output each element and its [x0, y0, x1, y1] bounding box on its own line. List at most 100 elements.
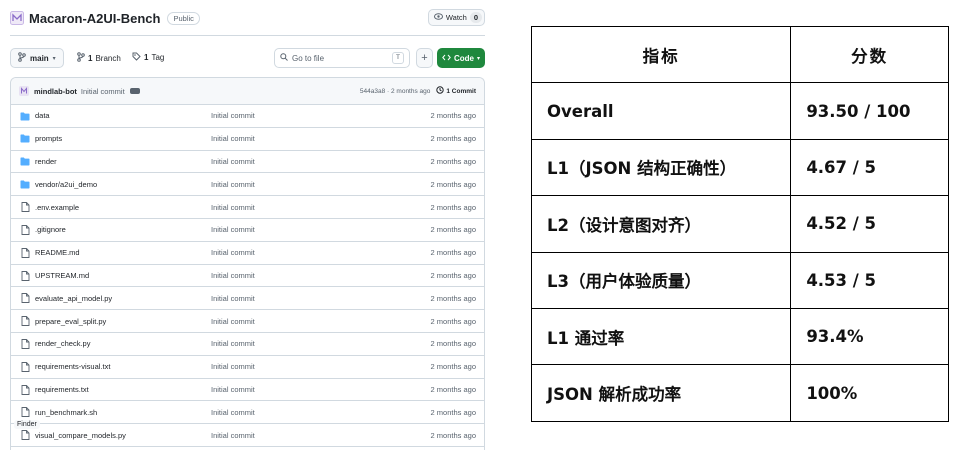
- tag-icon: [132, 52, 141, 63]
- table-row[interactable]: README.md Initial commit 2 months ago: [11, 242, 484, 265]
- file-commit-message[interactable]: Initial commit: [211, 225, 255, 234]
- file-list: mindlab-bot Initial commit 544a3a8 · 2 m…: [10, 77, 485, 450]
- go-to-file-input[interactable]: Go to file T: [274, 48, 410, 68]
- table-row[interactable]: visual_compare_models.py Initial commit 2 …: [11, 424, 484, 447]
- file-commit-message[interactable]: Initial commit: [211, 431, 255, 440]
- file-commit-message[interactable]: Initial commit: [211, 385, 255, 394]
- file-commit-message[interactable]: Initial commit: [211, 134, 255, 143]
- file-commit-message[interactable]: Initial commit: [211, 294, 255, 303]
- file-name[interactable]: requirements.txt: [35, 385, 89, 394]
- file-age: 2 months ago: [430, 339, 476, 349]
- repo-name[interactable]: Macaron-A2UI-Bench: [29, 11, 160, 26]
- ellipsis-icon[interactable]: [129, 88, 140, 94]
- chevron-down-icon: ▾: [52, 55, 56, 62]
- file-name[interactable]: run_benchmark.sh: [35, 408, 97, 417]
- score-cell: 4.53 / 5: [790, 251, 949, 309]
- file-icon: [20, 339, 30, 349]
- file-name[interactable]: requirements-visual.txt: [35, 362, 110, 371]
- branch-label: Branch: [95, 53, 121, 63]
- file-name[interactable]: prompts: [35, 134, 62, 143]
- file-commit-message[interactable]: Initial commit: [211, 408, 255, 417]
- table-row[interactable]: .env.example Initial commit 2 months ago: [11, 196, 484, 219]
- file-age: 2 months ago: [430, 111, 476, 121]
- finder-tooltip: Finder: [14, 420, 40, 429]
- watch-count: 0: [469, 12, 482, 23]
- file-icon: [20, 384, 30, 395]
- table-row[interactable]: prepare_eval_split.py Initial commit 2 mon…: [11, 310, 484, 333]
- file-name[interactable]: visual_compare_models.py: [35, 431, 126, 440]
- avatar[interactable]: [19, 86, 29, 96]
- file-name[interactable]: render_check.py: [35, 339, 90, 348]
- code-button[interactable]: Code ▾: [437, 48, 485, 68]
- file-icon: [20, 430, 30, 441]
- search-shortcut: T: [392, 52, 404, 64]
- file-name[interactable]: data: [35, 111, 50, 120]
- file-commit-message[interactable]: Initial commit: [211, 271, 255, 280]
- commit-author[interactable]: mindlab-bot: [34, 87, 77, 96]
- commits-link[interactable]: 1 Commit: [436, 86, 476, 96]
- file-name[interactable]: render: [35, 157, 57, 166]
- commit-hash-time[interactable]: 544a3a8 · 2 months ago: [360, 88, 430, 95]
- file-commit-message[interactable]: Initial commit: [211, 362, 255, 371]
- file-name[interactable]: .env.example: [35, 203, 79, 212]
- watch-button[interactable]: Watch 0: [427, 9, 485, 26]
- file-commit-message[interactable]: Initial commit: [211, 180, 255, 189]
- file-name[interactable]: evaluate_api_model.py: [35, 294, 112, 303]
- file-icon: [20, 316, 30, 327]
- file-name[interactable]: UPSTREAM.md: [35, 271, 89, 280]
- file-commit-message[interactable]: Initial commit: [211, 203, 255, 212]
- table-row: L1 通过率 93.4%: [530, 307, 949, 366]
- repo-toolbar: main ▾ 1 Branch 1 Tag Go to file T + Cod…: [10, 48, 485, 69]
- table-row[interactable]: requirements-visual.txt Initial commit 2 m…: [11, 356, 484, 379]
- file-icon: [20, 202, 30, 213]
- table-row[interactable]: render Initial commit 2 months ago: [11, 151, 484, 174]
- branch-icon: [77, 52, 85, 64]
- file-name[interactable]: README.md: [35, 248, 80, 257]
- history-icon: [436, 86, 445, 96]
- file-icon: [20, 293, 30, 304]
- file-age: 2 months ago: [430, 134, 476, 144]
- file-commit-message[interactable]: Initial commit: [211, 339, 255, 348]
- tags-link[interactable]: 1 Tag: [132, 52, 164, 63]
- folder-icon: [20, 111, 30, 121]
- score-cell: 93.4%: [790, 307, 949, 366]
- search-placeholder: Go to file: [292, 53, 325, 63]
- file-name[interactable]: .gitignore: [35, 225, 66, 234]
- table-row[interactable]: data Initial commit 2 months ago: [11, 105, 484, 128]
- add-file-button[interactable]: +: [416, 48, 433, 68]
- file-age: 2 months ago: [430, 270, 476, 280]
- file-icon: [20, 407, 30, 418]
- score-cell: 4.52 / 5: [790, 195, 949, 253]
- score-table-header: 指标 分数: [530, 25, 949, 84]
- table-row[interactable]: UPSTREAM.md Initial commit 2 months ago: [11, 265, 484, 288]
- score-cell: 4.67 / 5: [790, 138, 949, 197]
- table-row[interactable]: vendor/a2ui_demo Initial commit 2 months a…: [11, 173, 484, 197]
- table-row[interactable]: prompts Initial commit 2 months ago: [11, 128, 484, 151]
- file-commit-message[interactable]: Initial commit: [211, 157, 255, 166]
- commit-message[interactable]: Initial commit: [81, 87, 125, 96]
- branch-selector[interactable]: main ▾: [10, 48, 64, 68]
- table-row[interactable]: run_benchmark.sh Initial commit 2 months a…: [11, 401, 484, 425]
- eye-icon: [433, 13, 443, 22]
- file-age: 2 months ago: [430, 179, 476, 189]
- branches-link[interactable]: 1 Branch: [77, 52, 121, 64]
- file-commit-message[interactable]: Initial commit: [211, 248, 255, 257]
- header-divider: [10, 35, 485, 36]
- table-row: L1（JSON 结构正确性） 4.67 / 5: [530, 138, 949, 197]
- file-age: 2 months ago: [430, 293, 476, 303]
- metric-cell: L2（设计意图对齐）: [530, 195, 792, 253]
- table-row[interactable]: requirements.txt Initial commit 2 months a…: [11, 379, 484, 402]
- tag-label: Tag: [151, 53, 165, 62]
- table-row[interactable]: render_check.py Initial commit 2 months ag…: [11, 333, 484, 356]
- table-row[interactable]: evaluate_api_model.py Initial commit 2 mon…: [11, 287, 484, 311]
- file-name[interactable]: prepare_eval_split.py: [35, 317, 106, 326]
- commit-count: 1 Commit: [446, 87, 476, 95]
- file-age: 2 months ago: [430, 248, 476, 258]
- table-row[interactable]: .gitignore Initial commit 2 months ago: [11, 219, 484, 242]
- file-age: 2 months ago: [430, 316, 476, 326]
- table-row: L3（用户体验质量） 4.53 / 5: [530, 251, 949, 309]
- file-name[interactable]: vendor/a2ui_demo: [35, 180, 97, 189]
- header-score: 分数: [790, 25, 949, 84]
- file-commit-message[interactable]: Initial commit: [211, 317, 255, 326]
- file-commit-message[interactable]: Initial commit: [211, 111, 255, 120]
